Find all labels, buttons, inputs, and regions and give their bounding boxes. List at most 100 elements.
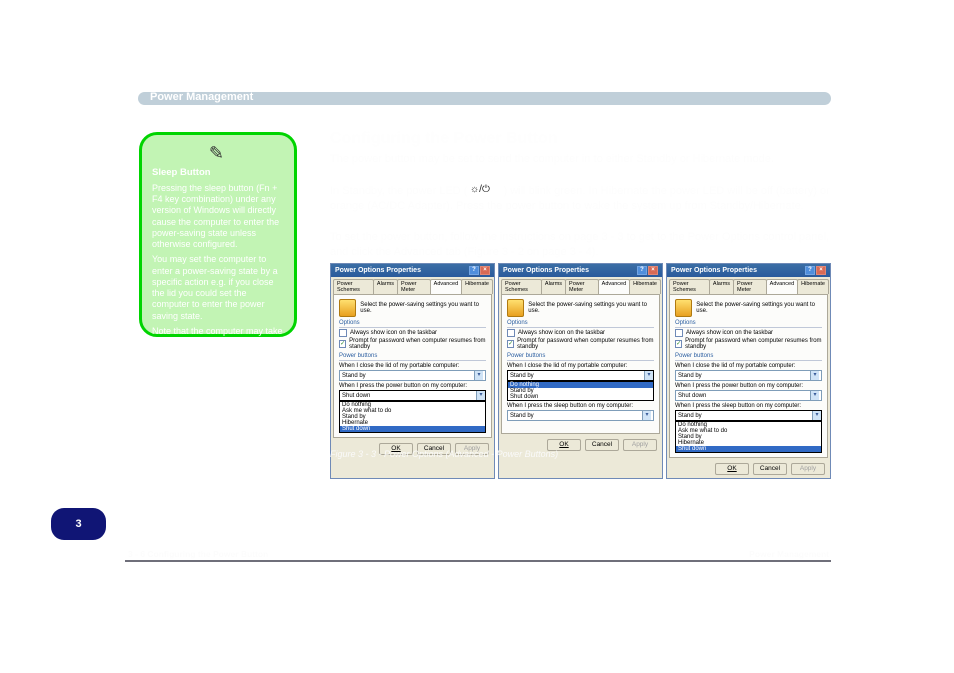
battery-icon: [339, 299, 356, 317]
help-icon[interactable]: ?: [469, 266, 479, 275]
checkbox-taskbar-label: Always show icon on the taskbar: [518, 330, 605, 336]
lid-select[interactable]: Stand by ▾: [339, 370, 486, 381]
sleep-btn-value: Stand by: [510, 413, 534, 419]
dialog-titlebar: Power Options Properties ? ×: [331, 264, 494, 277]
checkbox-password-label: Prompt for password when computer resume…: [517, 338, 654, 350]
tab-power-meter[interactable]: Power Meter: [397, 279, 431, 294]
checkbox-taskbar[interactable]: [507, 329, 515, 337]
lid-select-open[interactable]: Stand by ▾: [507, 370, 654, 381]
dialog-panel: Select the power-saving settings you wan…: [501, 294, 660, 434]
sleep-btn-select-open[interactable]: Stand by▾: [675, 410, 822, 421]
note-title: Sleep Button: [152, 167, 284, 179]
tab-hibernate[interactable]: Hibernate: [461, 279, 493, 294]
lid-select[interactable]: Stand by ▾: [675, 370, 822, 381]
dialog-title: Power Options Properties: [503, 267, 589, 274]
opt-shutdown[interactable]: Shut down: [508, 394, 653, 400]
tab-power-schemes[interactable]: Power Schemes: [333, 279, 374, 294]
tab-hibernate[interactable]: Hibernate: [797, 279, 829, 294]
close-icon[interactable]: ×: [480, 266, 490, 275]
lid-value: Stand by: [342, 373, 366, 379]
tab-strip: Power Schemes Alarms Power Meter Advance…: [667, 277, 830, 294]
dialog-1: Power Options Properties ? × Power Schem…: [330, 263, 495, 479]
power-btn-dropdown[interactable]: Do nothing Ask me what to do Stand by Hi…: [339, 401, 486, 433]
close-icon[interactable]: ×: [816, 266, 826, 275]
checkbox-password[interactable]: ✓: [507, 340, 514, 348]
tab-advanced[interactable]: Advanced: [766, 279, 798, 294]
lid-value: Stand by: [508, 373, 536, 379]
dialog-3: Power Options Properties ? × Power Schem…: [666, 263, 831, 479]
tab-strip: Power Schemes Alarms Power Meter Advance…: [499, 277, 662, 294]
ok-button[interactable]: OK: [715, 463, 749, 475]
tab-alarms[interactable]: Alarms: [373, 279, 398, 294]
lid-value: Stand by: [678, 373, 702, 379]
body-paragraph-3: To set the power button, follow the inst…: [330, 230, 835, 260]
lid-label: When I close the lid of my portable comp…: [507, 363, 654, 369]
opt-shutdown[interactable]: Shut down: [676, 446, 821, 452]
sleep-btn-select[interactable]: Stand by ▾: [507, 410, 654, 421]
sleep-btn-label: When I press the sleep button on my comp…: [675, 403, 822, 409]
header-title: Power Management: [150, 91, 253, 103]
tab-alarms[interactable]: Alarms: [541, 279, 566, 294]
help-icon[interactable]: ?: [805, 266, 815, 275]
body-paragraph-1: The power button may be set to send the …: [330, 152, 830, 167]
checkbox-password[interactable]: ✓: [339, 340, 346, 348]
dialog-title: Power Options Properties: [671, 267, 757, 274]
section-title: Configuring the Power Button: [330, 130, 558, 148]
power-btn-select-open[interactable]: Shut down ▾: [339, 390, 486, 401]
close-icon[interactable]: ×: [648, 266, 658, 275]
footer-title: Power Management: [749, 549, 829, 559]
dialog-panel: Select the power-saving settings you wan…: [333, 294, 492, 438]
note-paragraph-1: Pressing the sleep button (Fn + F4 key c…: [152, 183, 284, 251]
power-buttons-group: Power buttons: [675, 353, 822, 361]
panel-desc: Select the power-saving settings you wan…: [360, 302, 486, 314]
power-led-icon: ☼/⏻: [470, 183, 500, 199]
dialog-title: Power Options Properties: [335, 267, 421, 274]
battery-icon: [675, 299, 692, 317]
tab-power-schemes[interactable]: Power Schemes: [501, 279, 542, 294]
dialog-panel: Select the power-saving settings you wan…: [669, 294, 828, 458]
tab-hibernate[interactable]: Hibernate: [629, 279, 661, 294]
power-buttons-group: Power buttons: [339, 353, 486, 361]
power-btn-value: Shut down: [340, 393, 372, 399]
tab-power-meter[interactable]: Power Meter: [565, 279, 599, 294]
chevron-down-icon: ▾: [812, 411, 821, 420]
power-buttons-group: Power buttons: [507, 353, 654, 361]
options-group: Options: [507, 320, 654, 328]
footer-rule: [125, 560, 831, 562]
checkbox-taskbar[interactable]: [675, 329, 683, 337]
note-paragraph-2: You may set the computer to enter a powe…: [152, 254, 284, 322]
tab-strip: Power Schemes Alarms Power Meter Advance…: [331, 277, 494, 294]
options-group: Options: [339, 320, 486, 328]
help-icon[interactable]: ?: [637, 266, 647, 275]
cancel-button[interactable]: Cancel: [585, 439, 619, 451]
pen-icon: ✎: [209, 142, 224, 165]
checkbox-taskbar[interactable]: [339, 329, 347, 337]
sleep-btn-dropdown[interactable]: Do nothing Ask me what to do Stand by Hi…: [675, 421, 822, 453]
apply-button[interactable]: Apply: [623, 439, 657, 451]
tab-alarms[interactable]: Alarms: [709, 279, 734, 294]
battery-icon: [507, 299, 524, 317]
apply-button[interactable]: Apply: [791, 463, 825, 475]
checkbox-password[interactable]: ✓: [675, 340, 682, 348]
options-group: Options: [675, 320, 822, 328]
figure-caption: Figure 3 - 3 - Power Options (Advanced -…: [330, 449, 558, 459]
chevron-down-icon: ▾: [476, 391, 485, 400]
opt-shutdown[interactable]: Shut down: [340, 426, 485, 432]
dialog-titlebar: Power Options Properties ? ×: [499, 264, 662, 277]
checkbox-taskbar-label: Always show icon on the taskbar: [686, 330, 773, 336]
page-number-badge: 3: [51, 508, 106, 540]
power-btn-select[interactable]: Shut down▾: [675, 390, 822, 401]
chevron-down-icon: ▾: [810, 371, 819, 380]
tab-power-schemes[interactable]: Power Schemes: [669, 279, 710, 294]
tab-power-meter[interactable]: Power Meter: [733, 279, 767, 294]
chevron-down-icon: ▾: [474, 371, 483, 380]
checkbox-taskbar-label: Always show icon on the taskbar: [350, 330, 437, 336]
cancel-button[interactable]: Cancel: [753, 463, 787, 475]
tab-advanced[interactable]: Advanced: [430, 279, 462, 294]
chevron-down-icon: ▾: [644, 371, 653, 380]
body-paragraph-2: In Standby, the power LED ( ☼/⏻ ) will b…: [330, 183, 835, 214]
tab-advanced[interactable]: Advanced: [598, 279, 630, 294]
lid-dropdown[interactable]: Do nothing Stand by Shut down: [507, 381, 654, 401]
svg-text:☼/⏻: ☼/⏻: [470, 184, 490, 194]
chevron-down-icon: ▾: [642, 411, 651, 420]
